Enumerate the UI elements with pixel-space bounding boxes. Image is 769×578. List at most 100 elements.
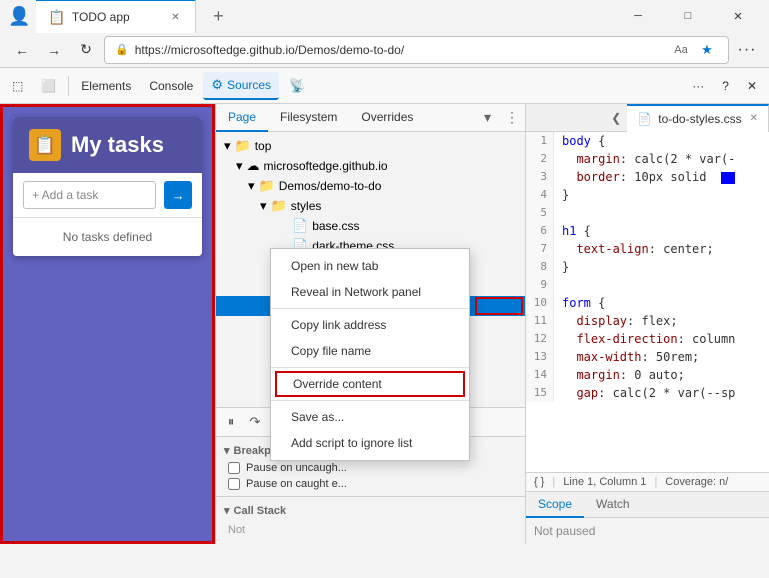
- address-input[interactable]: 🔒 https://microsoftedge.github.io/Demos/…: [104, 36, 729, 64]
- breakpoint-caught: Pause on caught e...: [216, 476, 525, 492]
- editor-tabs: ❮ 📄 to-do-styles.css ✕: [526, 104, 769, 132]
- tab-settings-button[interactable]: ⋮: [499, 104, 525, 132]
- add-task-input[interactable]: + Add a task: [23, 181, 156, 209]
- tree-item-demos[interactable]: ▾ 📁 Demos/demo-to-do: [216, 176, 525, 196]
- chevron-down-icon: ▾: [224, 444, 230, 457]
- help-button[interactable]: ?: [714, 72, 737, 100]
- code-line-3: 3 border: 10px solid: [526, 168, 769, 186]
- braces-icon: { }: [534, 476, 544, 488]
- chevron-down-icon: ▾: [224, 138, 231, 154]
- call-stack-header[interactable]: ▾ Call Stack: [216, 501, 525, 520]
- ctx-ignore-list[interactable]: Add script to ignore list: [271, 430, 469, 456]
- not-paused-message: Not paused: [526, 518, 769, 544]
- maximize-button[interactable]: □: [665, 0, 711, 32]
- chevron-down-icon: ▾: [224, 504, 230, 517]
- step-over-button[interactable]: ↷: [244, 411, 266, 433]
- ctx-reveal-network[interactable]: Reveal in Network panel: [271, 279, 469, 305]
- filesystem-tab[interactable]: Filesystem: [268, 104, 349, 132]
- add-task-button[interactable]: →: [164, 181, 192, 209]
- more-tabs-button[interactable]: ▾: [476, 104, 499, 132]
- arrow-right-icon: →: [171, 188, 184, 203]
- editor-tab-filename: to-do-styles.css: [658, 112, 741, 126]
- tree-label-base-css: base.css: [312, 219, 359, 233]
- tree-item-base-css[interactable]: 📄 base.css: [216, 216, 525, 236]
- breakpoint-caught-label: Pause on caught e...: [246, 478, 347, 490]
- breakpoint-caught-checkbox[interactable]: [228, 478, 240, 490]
- address-bar-icons: Aa ★: [670, 39, 718, 61]
- chevron-down-icon: ▾: [236, 158, 243, 174]
- tab-favicon: 📋: [48, 9, 65, 26]
- tree-item-domain[interactable]: ▾ ☁ microsoftedge.github.io: [216, 156, 525, 176]
- folder-icon: 📁: [271, 198, 287, 214]
- ctx-save-as[interactable]: Save as...: [271, 404, 469, 430]
- sources-right-panel: ❮ 📄 to-do-styles.css ✕ 1 body {: [526, 104, 769, 544]
- sources-tab-button[interactable]: ⚙ Sources: [203, 72, 279, 100]
- ctx-copy-filename[interactable]: Copy file name: [271, 338, 469, 364]
- editor-tab-styles[interactable]: 📄 to-do-styles.css ✕: [627, 104, 769, 132]
- collapse-panel-button[interactable]: ❮: [605, 104, 627, 132]
- tree-label-top: top: [255, 139, 272, 153]
- coverage-text: Coverage: n/: [665, 476, 728, 488]
- code-editor[interactable]: 1 body { 2 margin: calc(2 * var(- 3 bord…: [526, 132, 769, 472]
- favorite-icon[interactable]: ★: [696, 39, 718, 61]
- tree-item-top[interactable]: ▾ 📁 top: [216, 136, 525, 156]
- editor-tab-close-button[interactable]: ✕: [750, 113, 758, 124]
- no-tasks-text: No tasks defined: [13, 218, 202, 256]
- ctx-copy-link[interactable]: Copy link address: [271, 312, 469, 338]
- minimize-button[interactable]: ─: [615, 0, 661, 32]
- scope-tab[interactable]: Scope: [526, 492, 584, 518]
- tree-item-styles[interactable]: ▾ 📁 styles: [216, 196, 525, 216]
- code-line-10: 10 form {: [526, 294, 769, 312]
- app-container: 📋 My tasks + Add a task → No tasks defin…: [13, 117, 202, 256]
- add-task-bar: + Add a task →: [13, 173, 202, 218]
- inspect-element-button[interactable]: ⬚: [4, 72, 31, 100]
- call-stack-section: ▾ Call Stack Not: [216, 496, 525, 544]
- back-button[interactable]: ←: [8, 36, 36, 64]
- code-line-13: 13 max-width: 50rem;: [526, 348, 769, 366]
- inspect-icon: ⬚: [12, 79, 23, 93]
- chevron-down-icon: ▾: [248, 178, 255, 194]
- elements-tab-button[interactable]: Elements: [73, 72, 139, 100]
- pause-button[interactable]: ⏸: [220, 411, 242, 433]
- breakpoint-uncaught-checkbox[interactable]: [228, 462, 240, 474]
- code-lines: 1 body { 2 margin: calc(2 * var(- 3 bord…: [526, 132, 769, 402]
- browser-menu-button[interactable]: ···: [733, 36, 761, 64]
- read-mode-icon[interactable]: Aa: [670, 39, 692, 61]
- title-bar-left: 👤: [8, 6, 30, 27]
- overrides-tab[interactable]: Overrides: [349, 104, 425, 132]
- add-task-placeholder: + Add a task: [32, 188, 98, 202]
- new-tab-button[interactable]: +: [202, 0, 234, 32]
- ctx-open-new-tab[interactable]: Open in new tab: [271, 253, 469, 279]
- window-controls: ─ □ ✕: [615, 0, 761, 32]
- tree-label-demos: Demos/demo-to-do: [279, 179, 382, 193]
- url-text: https://microsoftedge.github.io/Demos/de…: [135, 43, 404, 57]
- sources-gear-icon: ⚙: [211, 77, 223, 93]
- console-tab-button[interactable]: Console: [141, 72, 201, 100]
- refresh-button[interactable]: ↻: [72, 36, 100, 64]
- not-paused-text: Not: [216, 520, 525, 540]
- network-tab-button[interactable]: 📡: [281, 72, 313, 100]
- folder-icon: 📁: [235, 138, 251, 154]
- wifi-icon: 📡: [289, 78, 305, 94]
- forward-button[interactable]: →: [40, 36, 68, 64]
- tree-label-domain: microsoftedge.github.io: [264, 159, 388, 173]
- ctx-override-content[interactable]: Override content: [275, 371, 465, 397]
- page-tab[interactable]: Page: [216, 104, 268, 132]
- more-tools-button[interactable]: ···: [684, 72, 712, 100]
- toolbar-separator: [68, 76, 69, 96]
- tab-title: TODO app: [72, 10, 162, 24]
- tree-label-styles: styles: [291, 199, 322, 213]
- devtools-toolbar: ⬚ ⬜ Elements Console ⚙ Sources 📡 ··· ? ✕: [0, 68, 769, 104]
- window-close-button[interactable]: ✕: [715, 0, 761, 32]
- code-line-12: 12 flex-direction: column: [526, 330, 769, 348]
- chevron-down-icon: ▾: [260, 198, 267, 214]
- close-devtools-button[interactable]: ✕: [739, 72, 765, 100]
- browser-tab[interactable]: 📋 TODO app ✕: [36, 0, 196, 33]
- code-line-11: 11 display: flex;: [526, 312, 769, 330]
- tab-close-button[interactable]: ✕: [167, 9, 183, 25]
- code-line-2: 2 margin: calc(2 * var(-: [526, 150, 769, 168]
- device-emulation-button[interactable]: ⬜: [33, 72, 64, 100]
- watch-tab[interactable]: Watch: [584, 492, 642, 518]
- profile-icon[interactable]: 👤: [8, 6, 30, 27]
- css-file-icon: 📄: [292, 218, 308, 234]
